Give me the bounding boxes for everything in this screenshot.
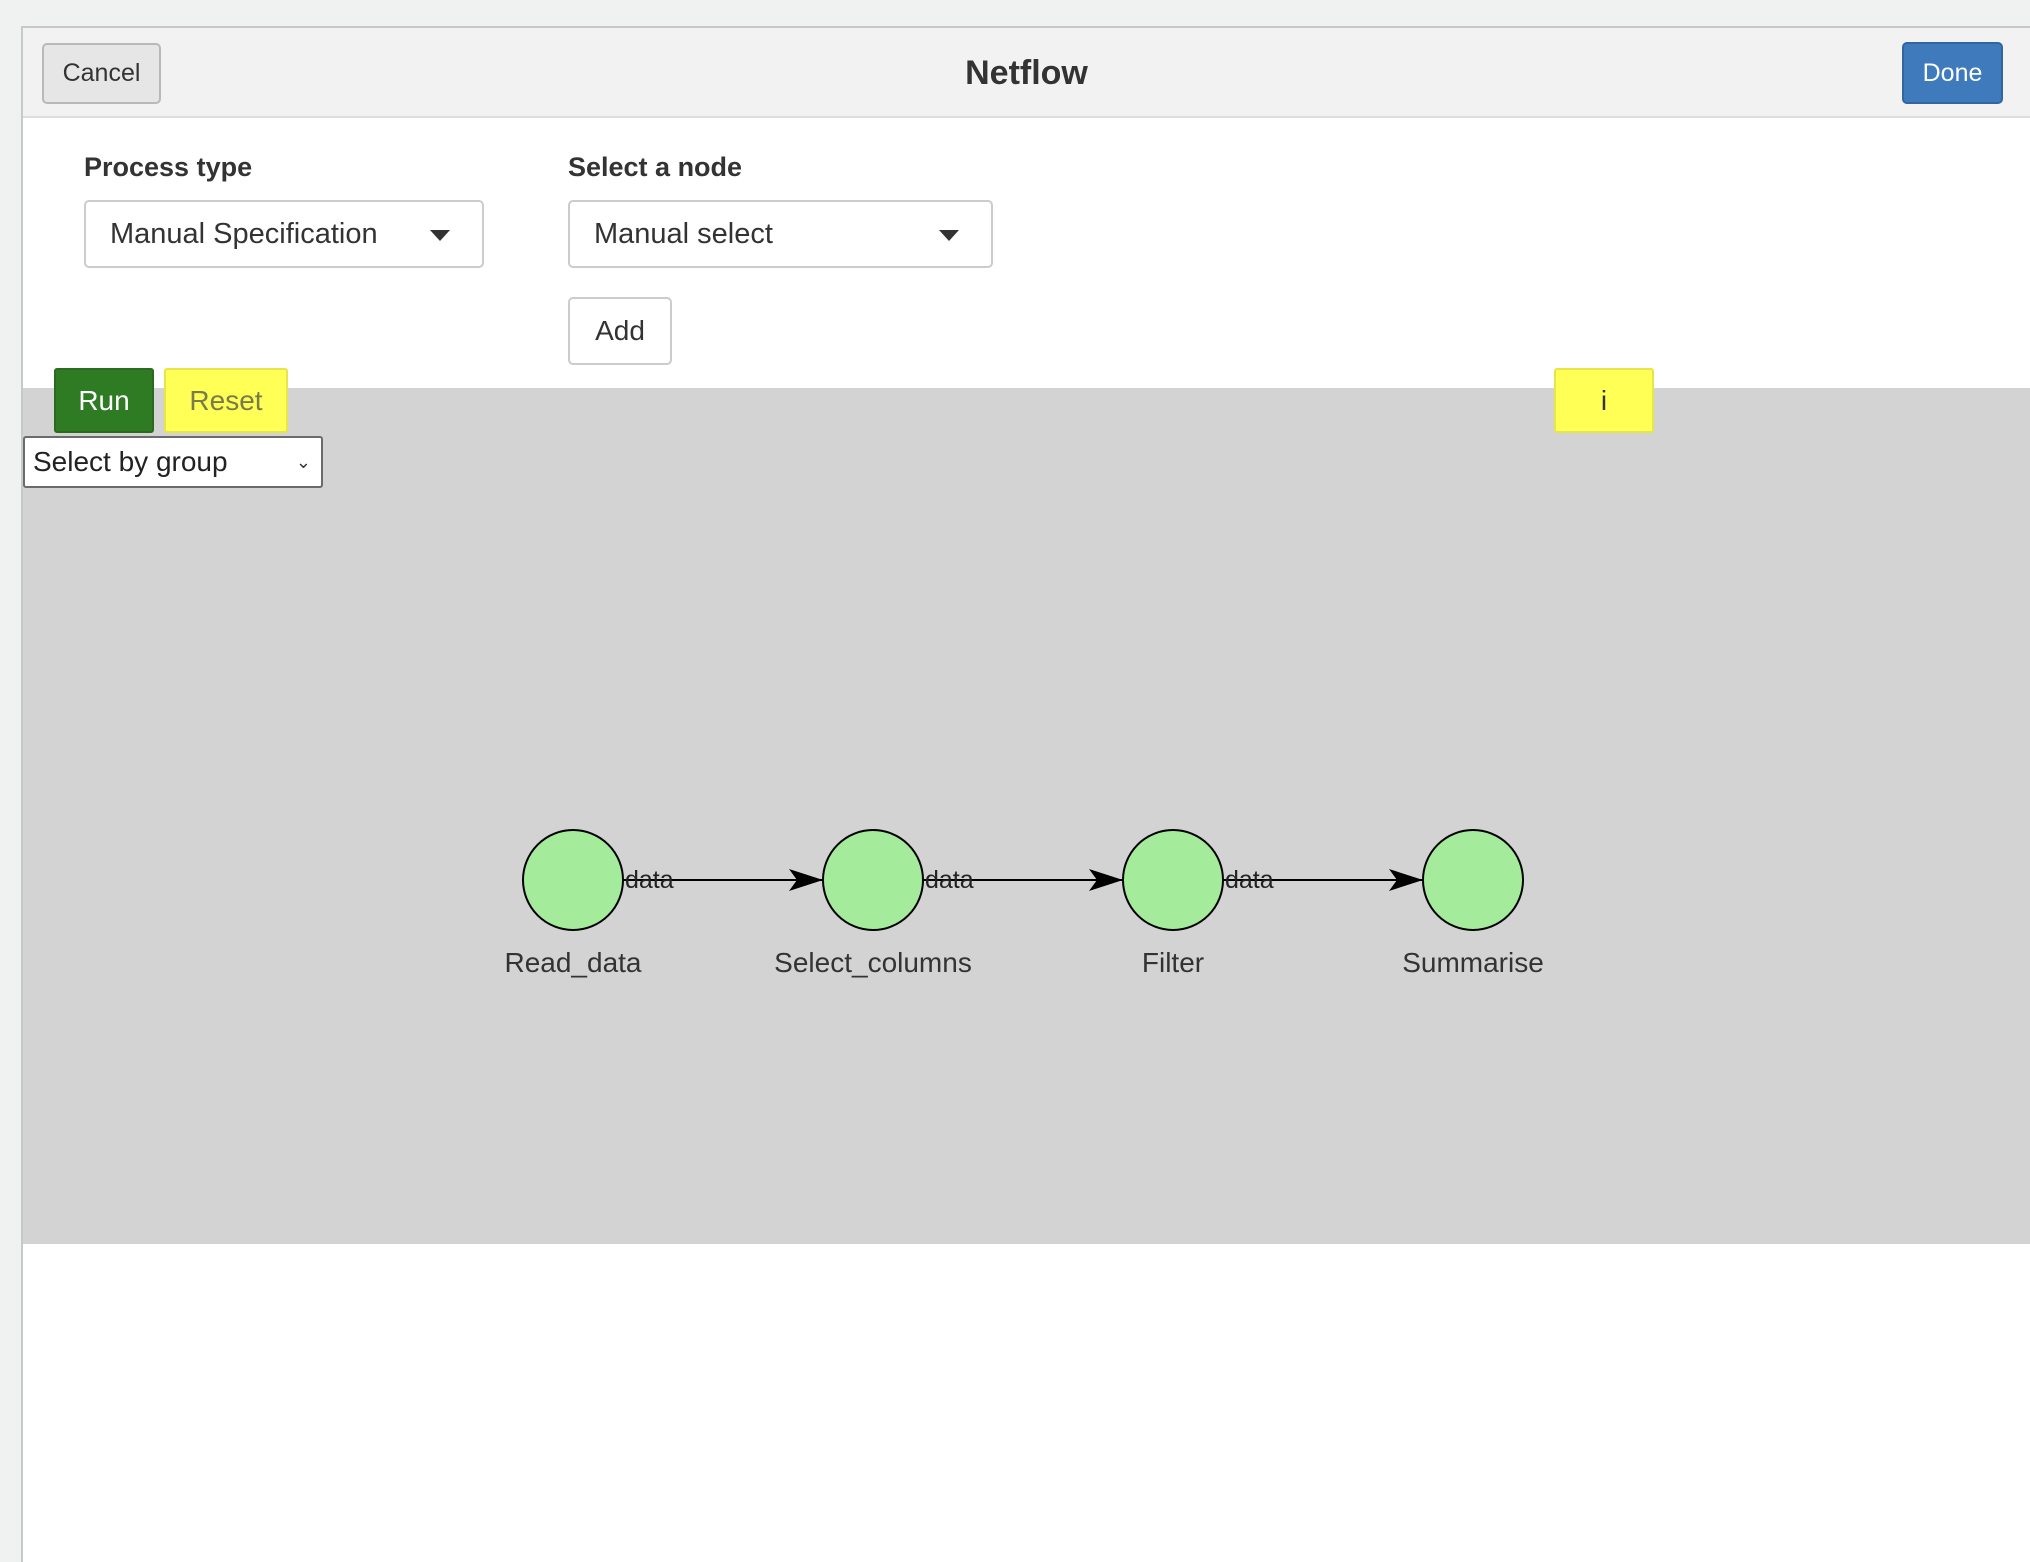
- node-select-value: Manual select: [594, 217, 773, 250]
- process-type-value: Manual Specification: [110, 217, 378, 250]
- node-label: Read_data: [504, 947, 641, 978]
- caret-down-icon: [430, 230, 450, 241]
- graph-node[interactable]: [1122, 829, 1224, 931]
- node-select[interactable]: Manual select: [568, 200, 993, 268]
- caret-down-icon: [939, 230, 959, 241]
- node-label: Filter: [1142, 947, 1204, 978]
- graph-node[interactable]: [822, 829, 924, 931]
- graph-node[interactable]: [522, 829, 624, 931]
- edge-label: data: [625, 866, 674, 894]
- modal-title: Netflow: [965, 53, 1088, 92]
- process-type-label: Process type: [84, 152, 253, 182]
- modal-header: Cancel Netflow Done: [23, 28, 2030, 118]
- process-type-select[interactable]: Manual Specification: [84, 200, 484, 268]
- done-button[interactable]: Done: [1902, 42, 2003, 104]
- edge-label: data: [1225, 866, 1274, 894]
- edge-label: data: [925, 866, 974, 894]
- add-button[interactable]: Add: [568, 297, 672, 365]
- node-label: Summarise: [1402, 947, 1544, 978]
- graph-node[interactable]: [1422, 829, 1524, 931]
- network-graph: data data data Read_data Select_columns Filt…: [504, 829, 1544, 978]
- cancel-button[interactable]: Cancel: [42, 43, 161, 104]
- netflow-modal: Cancel Netflow Done Process type Manual …: [21, 26, 2030, 1562]
- select-node-label: Select a node: [568, 152, 743, 182]
- node-label: Select_columns: [774, 947, 972, 978]
